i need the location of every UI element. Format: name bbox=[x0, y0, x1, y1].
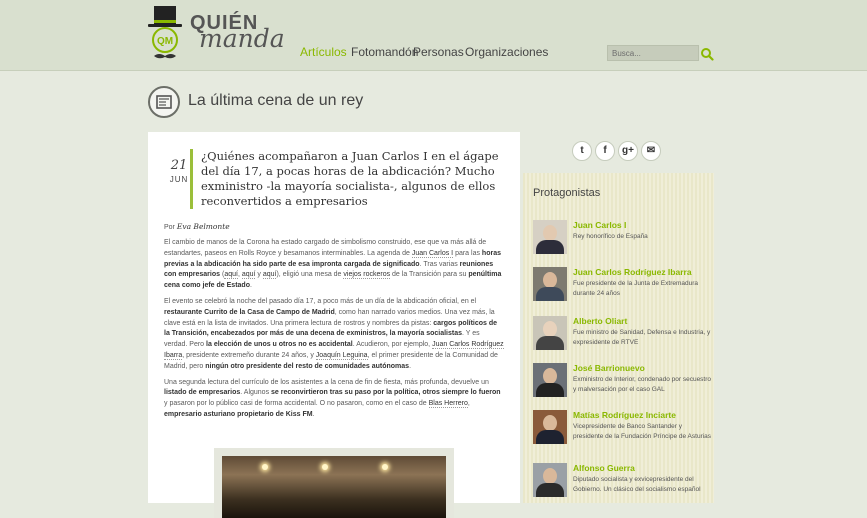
person-description: Diputado socialista y exvicepresidente d… bbox=[573, 476, 701, 493]
author-link[interactable]: Eva Belmonte bbox=[177, 222, 230, 231]
nav-item-articulos[interactable]: Artículos bbox=[300, 45, 347, 59]
article-body: El cambio de manos de la Corona ha estad… bbox=[164, 238, 504, 426]
person-description: Fue presidente de la Junta de Extremadur… bbox=[573, 280, 699, 297]
text: Una segunda lectura del currículo de los… bbox=[164, 378, 489, 386]
share-icon[interactable]: ✉ bbox=[641, 141, 661, 161]
text: . bbox=[249, 282, 252, 290]
logo-text-bottom: manda bbox=[199, 24, 285, 53]
link-aqui-1[interactable]: aquí bbox=[224, 271, 238, 280]
article-headline: ¿Quiénes acompañaron a Juan Carlos I en … bbox=[190, 149, 508, 209]
text: . Algunos bbox=[240, 389, 272, 397]
article-paragraph: Una segunda lectura del currículo de los… bbox=[164, 378, 504, 421]
search-input[interactable]: Busca... bbox=[607, 45, 699, 61]
text: y bbox=[255, 271, 263, 279]
person-description: Vicepresidente de Banco Santander y pres… bbox=[573, 423, 712, 440]
twitter-icon[interactable]: t bbox=[572, 141, 592, 161]
link-joaquin-leguina[interactable]: Joaquín Leguina bbox=[315, 351, 368, 360]
svg-text:QM: QM bbox=[157, 36, 173, 47]
text: ), eligió una mesa de bbox=[276, 271, 344, 279]
text: para las bbox=[453, 249, 482, 257]
text: El evento se celebró la noche del pasado… bbox=[164, 297, 477, 305]
text: . bbox=[409, 362, 412, 370]
facebook-icon[interactable]: f bbox=[595, 141, 615, 161]
sidebar-protagonistas: Protagonistas Juan Carlos I Rey honorífi… bbox=[523, 173, 714, 503]
bold-text: empresario asturiano propietario de Kiss… bbox=[164, 410, 313, 418]
nav-item-personas[interactable]: Personas bbox=[413, 45, 464, 59]
person-photo bbox=[533, 316, 567, 350]
person-description: Fue ministro de Sanidad, Defensa e Indus… bbox=[573, 329, 711, 346]
person-photo bbox=[533, 410, 567, 444]
article-paragraph: El evento se celebró la noche del pasado… bbox=[164, 297, 504, 373]
link-juan-carlos[interactable]: Juan Carlos I bbox=[411, 249, 454, 258]
person-name[interactable]: Alberto Oliart bbox=[573, 316, 627, 326]
nav-item-organizaciones[interactable]: Organizaciones bbox=[465, 45, 548, 59]
article-byline: Por Eva Belmonte bbox=[164, 222, 230, 231]
site-header: QM QUIÉN manda Artículos Fotomandón Pers… bbox=[0, 0, 867, 71]
bold-text: restaurante Currito de la Casa de Campo … bbox=[164, 308, 335, 316]
person-card[interactable]: Juan Carlos I Rey honorífico de España bbox=[533, 220, 713, 266]
article-title: ¿Quiénes acompañaron a Juan Carlos I en … bbox=[201, 149, 499, 208]
googleplus-icon[interactable]: g+ bbox=[618, 141, 638, 161]
person-name[interactable]: Alfonso Guerra bbox=[573, 463, 635, 473]
text: . bbox=[312, 410, 315, 418]
link-aqui-2[interactable]: aquí bbox=[241, 271, 256, 280]
article-photo-frame bbox=[214, 448, 454, 518]
person-name[interactable]: Juan Carlos Rodríguez Ibarra bbox=[573, 267, 692, 277]
search-icon[interactable] bbox=[700, 47, 714, 61]
newspaper-icon bbox=[148, 86, 180, 118]
person-description: Rey honorífico de España bbox=[573, 233, 648, 240]
text: , bbox=[467, 400, 470, 408]
text: . Tras varias bbox=[419, 260, 460, 268]
text: de la Transición para su bbox=[390, 271, 469, 279]
article-card: 21 JUN ¿Quiénes acompañaron a Juan Carlo… bbox=[148, 132, 520, 518]
nav-item-fotomandon[interactable]: Fotomandón bbox=[351, 45, 418, 59]
text: , presidente extremeño durante 24 años, … bbox=[182, 351, 316, 359]
photo-light bbox=[382, 464, 388, 470]
person-name[interactable]: José Barrionuevo bbox=[573, 363, 645, 373]
person-photo bbox=[533, 220, 567, 254]
bold-text: listado de empresarios bbox=[164, 389, 241, 397]
person-card[interactable]: Juan Carlos Rodríguez Ibarra Fue preside… bbox=[533, 267, 713, 313]
byline-prefix: Por bbox=[164, 224, 175, 231]
person-card[interactable]: Alberto Oliart Fue ministro de Sanidad, … bbox=[533, 316, 713, 362]
person-photo bbox=[533, 267, 567, 301]
photo-light bbox=[322, 464, 328, 470]
text: . Acudieron, por ejemplo, bbox=[352, 341, 433, 349]
bold-text: se reconvirtieron tras su paso por la po… bbox=[271, 389, 501, 397]
site-logo[interactable]: QM QUIÉN manda bbox=[146, 6, 285, 64]
bold-text: ningún otro presidente del resto de comu… bbox=[205, 362, 410, 370]
link-blas-herrero[interactable]: Blas Herrero bbox=[428, 400, 468, 409]
person-card[interactable]: Matías Rodríguez Inciarte Vicepresidente… bbox=[533, 410, 713, 456]
person-name[interactable]: Matías Rodríguez Inciarte bbox=[573, 410, 676, 420]
person-name[interactable]: Juan Carlos I bbox=[573, 220, 626, 230]
person-photo bbox=[533, 463, 567, 497]
link-viejos-rockeros[interactable]: viejos rockeros bbox=[343, 271, 391, 280]
link-aqui-3[interactable]: aquí bbox=[262, 271, 277, 280]
article-paragraph: El cambio de manos de la Corona ha estad… bbox=[164, 238, 504, 292]
top-hat-logo-icon: QM bbox=[148, 6, 182, 59]
sidebar-title: Protagonistas bbox=[533, 187, 601, 199]
person-description: Exministro de Interior, condenado por se… bbox=[573, 376, 712, 393]
bold-text: la elección de unos u otros no es accide… bbox=[206, 341, 353, 349]
article-photo bbox=[222, 456, 446, 518]
photo-light bbox=[262, 464, 268, 470]
person-card[interactable]: José Barrionuevo Exministro de Interior,… bbox=[533, 363, 713, 409]
section-title: La última cena de un rey bbox=[188, 92, 364, 109]
person-photo bbox=[533, 363, 567, 397]
person-card[interactable]: Alfonso Guerra Diputado socialista y exv… bbox=[533, 463, 713, 509]
text: y pasaron por lo público casi de forma a… bbox=[164, 400, 429, 408]
